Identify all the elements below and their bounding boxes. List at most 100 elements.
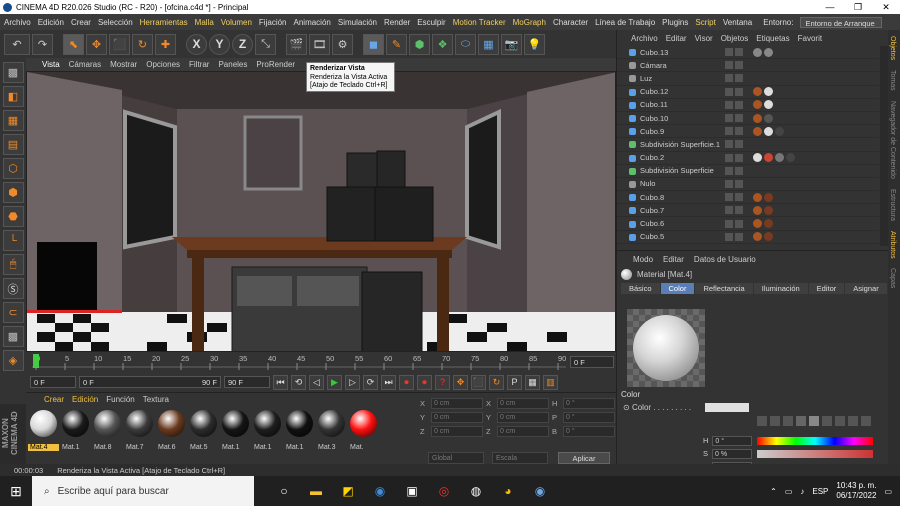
points-mode-icon[interactable]: ⬡ [2, 158, 24, 179]
viewport-menu-prorender[interactable]: ProRender [256, 60, 295, 69]
workplane-icon[interactable]: ▩ [2, 326, 24, 347]
object-row[interactable]: Cubo.6 [617, 217, 879, 231]
parameter-key-icon[interactable]: P [507, 374, 522, 390]
menu-plugins[interactable]: Plugins [662, 18, 688, 27]
timeline-window-icon[interactable]: ▥ [543, 374, 558, 390]
play-icon[interactable]: ▶ [327, 374, 342, 390]
visibility-dot-icon[interactable] [725, 193, 733, 202]
render-picture-viewer-icon[interactable]: 🎞 [309, 33, 330, 55]
side-tab-estructura[interactable]: Estructura [889, 189, 896, 221]
tag-icon[interactable] [753, 192, 762, 202]
tag-icon[interactable] [764, 232, 773, 242]
move-tool-icon[interactable]: ✥ [86, 33, 107, 55]
menu-crear[interactable]: Crear [71, 18, 91, 27]
side-tab-navegador-de-contenido[interactable]: Navegador de Contenido [889, 101, 896, 179]
undo-icon[interactable]: ↶ [4, 33, 30, 55]
size-mode-dropdown[interactable]: Escala [492, 452, 548, 464]
rotation-field[interactable]: 0 ° [563, 412, 615, 423]
tag-icon[interactable] [764, 126, 773, 136]
cinema4d-task-icon[interactable]: ◉ [530, 481, 550, 501]
tag-icon[interactable] [764, 47, 773, 57]
enabled-check-icon[interactable] [735, 61, 743, 70]
visibility-dot-icon[interactable] [725, 166, 733, 175]
viewport-menu-mostrar[interactable]: Mostrar [110, 60, 137, 69]
tag-icon[interactable] [764, 219, 773, 229]
side-tab-atributos[interactable]: Atributos [889, 231, 896, 259]
menu-volumen[interactable]: Volumen [221, 18, 252, 27]
pla-key-icon[interactable]: ▦ [525, 374, 540, 390]
object-row[interactable]: Cubo.2 [617, 152, 879, 165]
material-swatch[interactable]: Mat. [348, 409, 379, 453]
cube-primitive-icon[interactable]: ◼ [363, 33, 384, 55]
object-row[interactable]: Subdivisión Superficie [617, 165, 879, 178]
model-mode-icon[interactable]: ◧ [2, 86, 24, 107]
material-menu-funcion[interactable]: Función [106, 395, 134, 404]
menu-script[interactable]: Script [695, 18, 715, 27]
menu-malla[interactable]: Malla [195, 18, 214, 27]
store-icon[interactable]: ▣ [402, 481, 422, 501]
viewport-menu-camaras[interactable]: Cámaras [69, 60, 101, 69]
object-menu-favorit[interactable]: Favorit [798, 34, 822, 43]
viewport-menu-filtrar[interactable]: Filtrar [189, 60, 209, 69]
visibility-dot-icon[interactable] [725, 219, 733, 228]
x-axis-lock-icon[interactable]: X [186, 33, 207, 55]
enabled-check-icon[interactable] [735, 166, 743, 175]
taskbar-search[interactable]: ⌕ Escribe aquí para buscar [32, 476, 254, 506]
tag-icon[interactable] [786, 153, 795, 163]
enabled-check-icon[interactable] [735, 206, 743, 215]
go-to-start-icon[interactable]: ⏮ [273, 374, 288, 390]
attribute-menu-modo[interactable]: Modo [633, 255, 653, 264]
tag-icon[interactable] [753, 219, 762, 229]
object-row[interactable]: Cubo.11 [617, 99, 879, 112]
menu-simulacion[interactable]: Simulación [338, 18, 377, 27]
visibility-dot-icon[interactable] [725, 74, 733, 83]
enabled-check-icon[interactable] [735, 114, 743, 123]
tab-color[interactable]: Color [660, 283, 695, 294]
tab-iluminacion[interactable]: Iluminación [753, 283, 808, 294]
size-field[interactable]: 0 cm [497, 426, 549, 437]
material-swatch[interactable]: Mat.1 [60, 409, 91, 453]
menu-animacion[interactable]: Animación [294, 18, 331, 27]
material-menu-textura[interactable]: Textura [143, 395, 169, 404]
tab-reflectancia[interactable]: Reflectancia [695, 283, 753, 294]
edge-icon[interactable]: ◉ [370, 481, 390, 501]
visibility-dot-icon[interactable] [725, 100, 733, 109]
tweak-mode-icon[interactable]: 🖱 [2, 254, 24, 275]
saturation-slider[interactable] [757, 450, 873, 458]
visibility-dot-icon[interactable] [725, 179, 733, 188]
tag-icon[interactable] [764, 205, 773, 215]
enabled-check-icon[interactable] [735, 74, 743, 83]
snap-icon[interactable]: Ⓢ [2, 278, 24, 299]
menu-fijacion[interactable]: Fijación [259, 18, 287, 27]
maximize-button[interactable]: ❐ [844, 2, 872, 13]
visibility-dot-icon[interactable] [725, 206, 733, 215]
viewport-menu-opciones[interactable]: Opciones [146, 60, 180, 69]
tag-icon[interactable] [764, 192, 773, 202]
tray-overflow-icon[interactable]: ⌃ [770, 487, 777, 496]
notifications-icon[interactable]: ▭ [884, 487, 892, 496]
language-indicator[interactable]: ESP [812, 487, 828, 496]
3d-viewport[interactable] [26, 71, 616, 352]
enabled-check-icon[interactable] [735, 153, 743, 162]
hsv-mode-icon[interactable] [809, 416, 819, 426]
enabled-check-icon[interactable] [735, 127, 743, 136]
frame-range-slider[interactable]: 0 F 90 F [79, 376, 221, 388]
next-key-icon[interactable]: ⟳ [363, 374, 378, 390]
edges-mode-icon[interactable]: ⬢ [2, 182, 24, 203]
recent-tools-icon[interactable]: ✚ [155, 33, 176, 55]
visibility-dot-icon[interactable] [725, 61, 733, 70]
previous-key-icon[interactable]: ⟲ [291, 374, 306, 390]
enabled-check-icon[interactable] [735, 179, 743, 188]
network-icon[interactable]: ▭ [785, 487, 793, 496]
spectrum-icon[interactable] [770, 416, 780, 426]
material-swatch[interactable]: Mat.1 [252, 409, 283, 453]
tag-icon[interactable] [753, 205, 762, 215]
object-list-scrollbar[interactable] [880, 46, 888, 246]
magnet-icon[interactable]: ⊂ [2, 302, 24, 323]
object-row[interactable]: Cubo.7 [617, 204, 879, 218]
tab-editor[interactable]: Editor [808, 283, 845, 294]
tag-icon[interactable] [753, 126, 762, 136]
menu-mograph[interactable]: MoGraph [513, 18, 546, 27]
menu-edicion[interactable]: Edición [38, 18, 64, 27]
next-frame-icon[interactable]: ▷ [345, 374, 360, 390]
